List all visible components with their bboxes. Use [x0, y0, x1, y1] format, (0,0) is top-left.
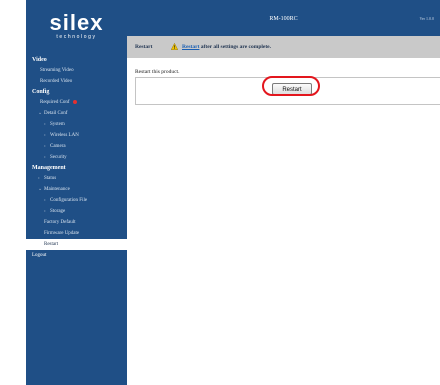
- sidebar-item-label: Configuration File: [50, 198, 88, 203]
- sidebar-item-label: Security: [50, 155, 67, 160]
- sidebar-item-factory-default[interactable]: Factory Default: [26, 217, 127, 228]
- sidebar-item-restart[interactable]: Restart: [26, 239, 127, 250]
- sidebar-item-label: Status: [44, 176, 57, 181]
- sidebar-item-streaming-video[interactable]: Streaming Video: [26, 65, 127, 76]
- restart-notice: Restart after all settings are complete.: [182, 44, 271, 50]
- logo-tagline: technology: [56, 34, 97, 40]
- version-label: Ver 1.0.0: [419, 16, 434, 21]
- sidebar-item-label: Storage: [50, 209, 66, 214]
- sidebar-item-maintenance[interactable]: ⌄ Maintenance: [26, 184, 127, 195]
- main-content: Restart this product. Restart: [127, 58, 440, 385]
- restart-notice-text: after all settings are complete.: [200, 44, 272, 50]
- nav-section-management: Management: [32, 165, 66, 171]
- sidebar-item-recorded-video[interactable]: Recorded Video: [26, 76, 127, 87]
- sidebar-item-system[interactable]: › System: [26, 119, 127, 130]
- sidebar-item-camera[interactable]: › Camera: [26, 141, 127, 152]
- sidebar-item-label: Camera: [50, 144, 66, 149]
- sidebar-item-storage[interactable]: › Storage: [26, 206, 127, 217]
- warning-icon: [171, 43, 178, 50]
- sidebar-item-wireless-lan[interactable]: › Wireless LAN: [26, 130, 127, 141]
- silex-logo: silex technology: [26, 10, 127, 41]
- sidebar: silex technology Video Streaming Video R…: [26, 0, 127, 385]
- logo-wordmark: silex: [49, 10, 104, 35]
- model-name: RM-100RC: [269, 16, 298, 22]
- page-title: Restart: [135, 44, 153, 50]
- sidebar-item-detail-conf[interactable]: ⌄ Detail Conf: [26, 108, 127, 119]
- sidebar-item-logout[interactable]: Logout: [26, 250, 127, 261]
- sidebar-item-status[interactable]: › Status: [26, 173, 127, 184]
- nav-section-config: Config: [32, 89, 50, 95]
- sidebar-item-label: Maintenance: [44, 187, 70, 192]
- sidebar-item-label: System: [50, 122, 65, 127]
- sidebar-item-label: Required Conf: [40, 100, 70, 105]
- required-indicator-icon: [72, 99, 77, 104]
- restart-panel: Restart: [135, 76, 440, 105]
- restart-notice-link[interactable]: Restart: [182, 44, 199, 50]
- nav-section-video: Video: [32, 57, 47, 63]
- sidebar-item-label: Detail Conf: [44, 111, 68, 116]
- sidebar-nav: Video Streaming Video Recorded Video Con…: [26, 55, 127, 261]
- highlight-ring: [262, 76, 320, 96]
- top-header: RM-100RC Ver 1.0.0: [127, 0, 440, 36]
- sidebar-item-required-conf[interactable]: Required Conf: [26, 97, 127, 108]
- restart-instruction: Restart this product.: [135, 69, 180, 75]
- sidebar-item-configuration-file[interactable]: › Configuration File: [26, 195, 127, 206]
- page-header: Restart Restart after all settings are c…: [127, 36, 440, 58]
- sidebar-item-firmware-update[interactable]: Firmware Update: [26, 228, 127, 239]
- sidebar-item-security[interactable]: › Security: [26, 152, 127, 163]
- sidebar-item-label: Wireless LAN: [50, 133, 79, 138]
